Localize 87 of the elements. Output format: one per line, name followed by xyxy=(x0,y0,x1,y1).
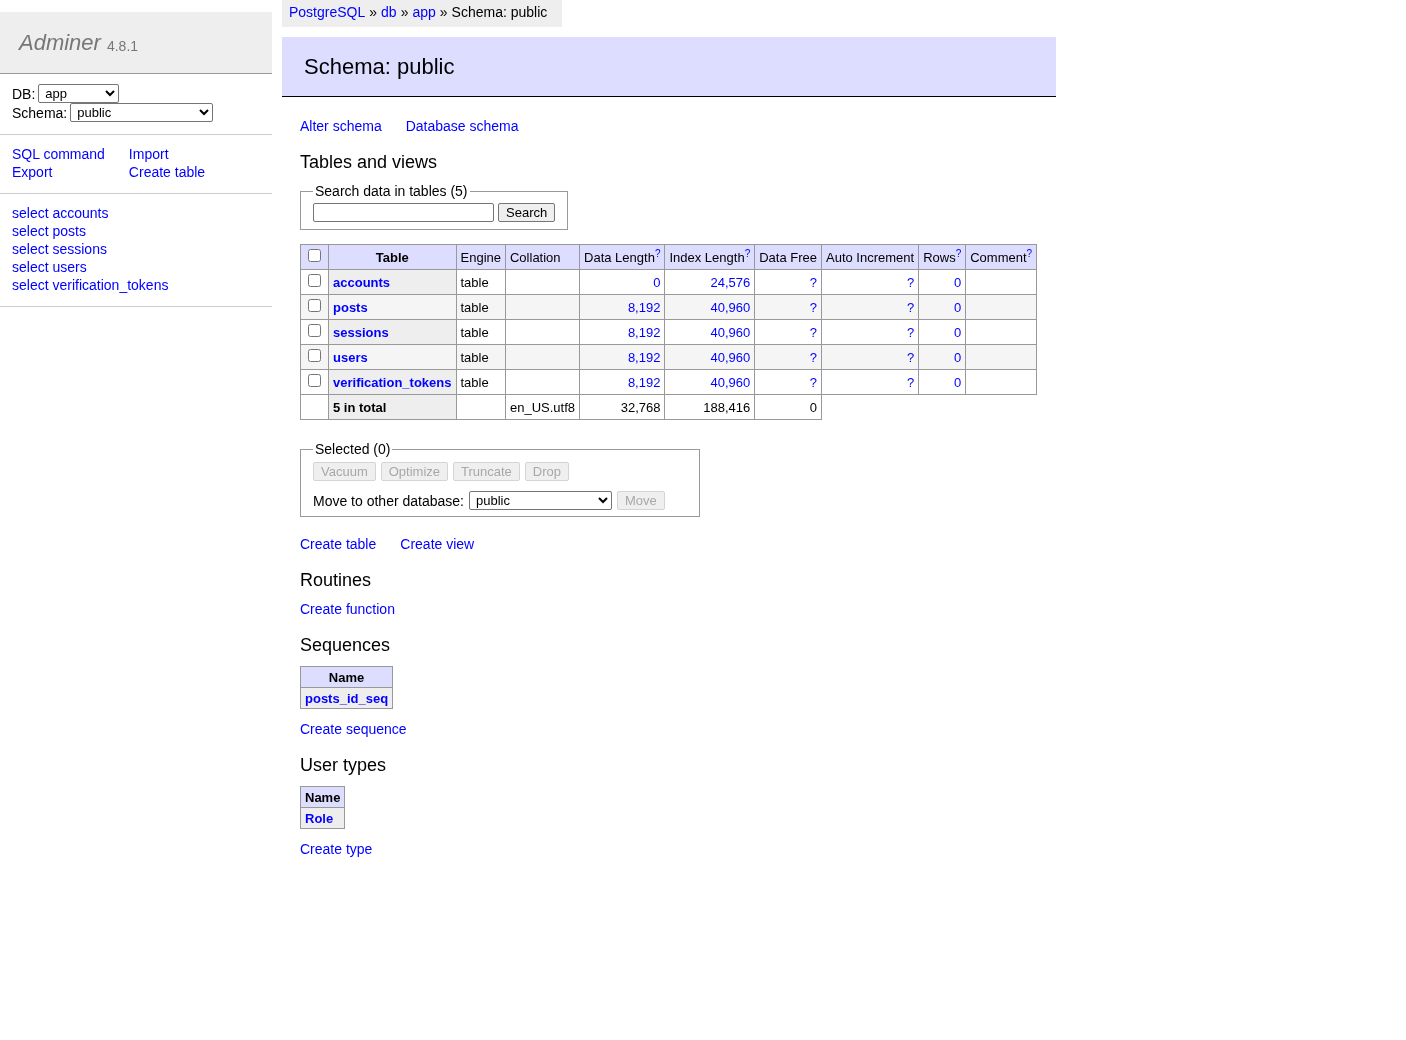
column-header: Rows$^{?}$ xyxy=(918,244,966,270)
db-select[interactable]: app xyxy=(38,84,120,103)
stat-link[interactable]: ? xyxy=(906,374,915,390)
table-link[interactable]: select verification_tokens xyxy=(12,276,169,294)
column-header: Name xyxy=(300,786,345,808)
nav-link[interactable]: Export xyxy=(12,163,105,181)
action-link[interactable]: Alter schema xyxy=(300,118,382,134)
column-header: Collation xyxy=(505,244,580,270)
row-checkbox[interactable] xyxy=(308,349,321,362)
stat-link[interactable]: 0 xyxy=(954,274,962,290)
table-cell: table xyxy=(456,369,506,395)
stat-link[interactable]: ? xyxy=(809,299,817,315)
table-cell: 0 xyxy=(754,394,822,420)
version-number: 4.8.1 xyxy=(106,37,139,54)
table-cell: 32,768 xyxy=(579,394,665,420)
breadcrumb-link[interactable]: PostgreSQL xyxy=(289,4,366,20)
table-cell: table xyxy=(456,319,506,345)
stat-link[interactable]: 0 xyxy=(653,274,661,290)
select-all-checkbox[interactable] xyxy=(308,249,321,262)
database-select[interactable]: public xyxy=(469,491,612,510)
breadcrumb-link[interactable]: app xyxy=(412,4,436,20)
table-link[interactable]: select users xyxy=(12,258,87,276)
stat-link[interactable]: 0 xyxy=(954,299,962,315)
create-link[interactable]: Create view xyxy=(400,536,475,552)
column-header: Data Length$^{?}$ xyxy=(579,244,665,270)
stat-link[interactable]: ? xyxy=(906,349,915,365)
field-label: Move to other database: xyxy=(313,492,464,509)
stat-link[interactable]: 0 xyxy=(954,324,962,340)
stat-link[interactable]: ? xyxy=(906,299,915,315)
create-link[interactable]: Create table xyxy=(300,536,377,552)
row-checkbox[interactable] xyxy=(308,324,321,337)
help-link[interactable]: ? xyxy=(1026,247,1033,259)
breadcrumb-separator: » xyxy=(439,4,448,20)
panel-legend: Search data in tables (5) xyxy=(313,183,470,199)
app-logo[interactable]: Adminer xyxy=(19,29,101,56)
table-cell: en_US.utf8 xyxy=(505,394,580,420)
stat-link[interactable]: ? xyxy=(809,274,817,290)
row-checkbox[interactable] xyxy=(308,274,321,287)
row-checkbox[interactable] xyxy=(308,299,321,312)
row-checkbox[interactable] xyxy=(308,374,321,387)
column-header: Name xyxy=(300,666,393,688)
help-link[interactable]: ? xyxy=(955,247,962,259)
nav-link[interactable]: Import xyxy=(128,145,206,163)
column-header: Auto Increment xyxy=(821,244,919,270)
column-header: Engine xyxy=(456,244,506,270)
stat-link[interactable]: ? xyxy=(809,374,817,390)
stat-link[interactable]: 0 xyxy=(954,349,962,365)
table-link[interactable]: select accounts xyxy=(12,204,109,222)
stat-link[interactable]: ? xyxy=(906,274,915,290)
panel-legend: Selected (0) xyxy=(313,441,393,457)
breadcrumb-separator: » xyxy=(369,4,378,20)
section-heading: Tables and views xyxy=(300,152,439,173)
breadcrumb-separator: » xyxy=(400,4,409,20)
column-header: Comment$^{?}$ xyxy=(965,244,1037,270)
table-link[interactable]: select sessions xyxy=(12,240,107,258)
column-header: Index Length$^{?}$ xyxy=(664,244,755,270)
page-title: Schema: public xyxy=(282,37,1056,97)
create-link[interactable]: Create type xyxy=(300,841,373,857)
column-header: Table xyxy=(328,244,456,270)
stat-link[interactable]: 0 xyxy=(954,374,962,390)
action-link[interactable]: Database schema xyxy=(405,118,519,134)
stat-link[interactable]: ? xyxy=(809,349,817,365)
breadcrumb-link[interactable]: db xyxy=(381,4,397,20)
help-link[interactable]: ? xyxy=(744,247,751,259)
search-field[interactable] xyxy=(313,203,494,222)
table-name-link[interactable]: posts xyxy=(333,299,368,315)
create-link[interactable]: Create function xyxy=(300,601,395,617)
field-label: DB: xyxy=(12,84,36,103)
section-heading: Sequences xyxy=(300,635,392,656)
section-heading: Routines xyxy=(300,570,373,591)
table-cell: 188,416 xyxy=(664,394,755,420)
stat-link[interactable]: ? xyxy=(809,324,817,340)
breadcrumb-current: Schema: public xyxy=(451,4,548,20)
nav-link[interactable]: SQL command xyxy=(12,145,105,163)
table-cell: table xyxy=(456,269,506,295)
help-link[interactable]: ? xyxy=(654,247,661,259)
total-label: 5 in total xyxy=(328,394,456,420)
create-link[interactable]: Create sequence xyxy=(300,721,407,737)
table-link[interactable]: select posts xyxy=(12,222,86,240)
search-button[interactable]: Search xyxy=(498,203,556,222)
section-heading: User types xyxy=(300,755,388,776)
field-label: Schema: xyxy=(12,103,68,122)
nav-link[interactable]: Create table xyxy=(128,163,206,181)
table-name-link[interactable]: users xyxy=(333,349,368,365)
stat-link[interactable]: ? xyxy=(906,324,915,340)
column-header: Data Free xyxy=(754,244,822,270)
schema-select[interactable]: public xyxy=(70,103,214,122)
